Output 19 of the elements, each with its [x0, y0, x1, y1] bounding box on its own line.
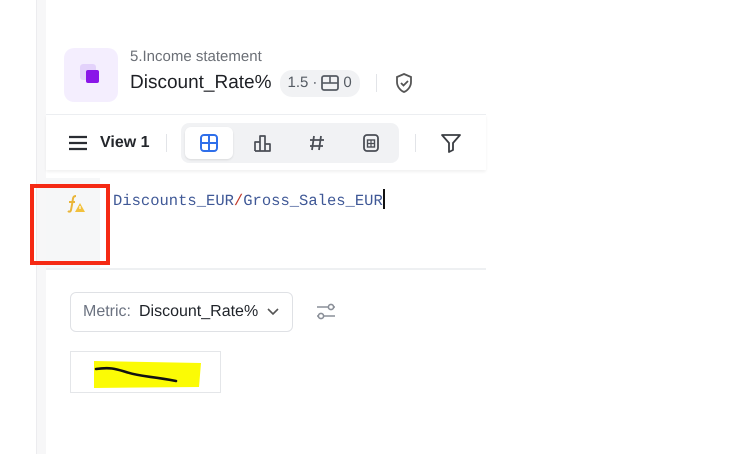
chevron-down-icon — [266, 307, 280, 317]
filter-icon[interactable] — [440, 132, 462, 154]
formula-warning-icon — [66, 194, 86, 214]
formula-text[interactable]: Discounts_EUR/Gross_Sales_EUR — [100, 178, 385, 268]
count-text: 0 — [343, 73, 352, 93]
grid-icon — [198, 132, 219, 152]
table-card-icon — [360, 132, 381, 152]
metric-dropdown[interactable]: Metric: Discount_Rate% — [70, 292, 294, 332]
table-icon — [321, 75, 340, 92]
menu-icon[interactable] — [68, 134, 88, 150]
bar-chart-icon — [252, 132, 273, 152]
version-text: 1.5 — [288, 73, 308, 93]
view-mode-tab[interactable] — [184, 126, 233, 158]
app-icon — [64, 48, 118, 102]
sliders-icon[interactable] — [315, 302, 338, 322]
view-name[interactable]: View 1 — [100, 130, 150, 154]
breadcrumb-text: 5.Income statement — [130, 48, 263, 66]
separator-dot: · — [312, 73, 318, 93]
metric-title: Discount_Rate% — [130, 71, 272, 96]
